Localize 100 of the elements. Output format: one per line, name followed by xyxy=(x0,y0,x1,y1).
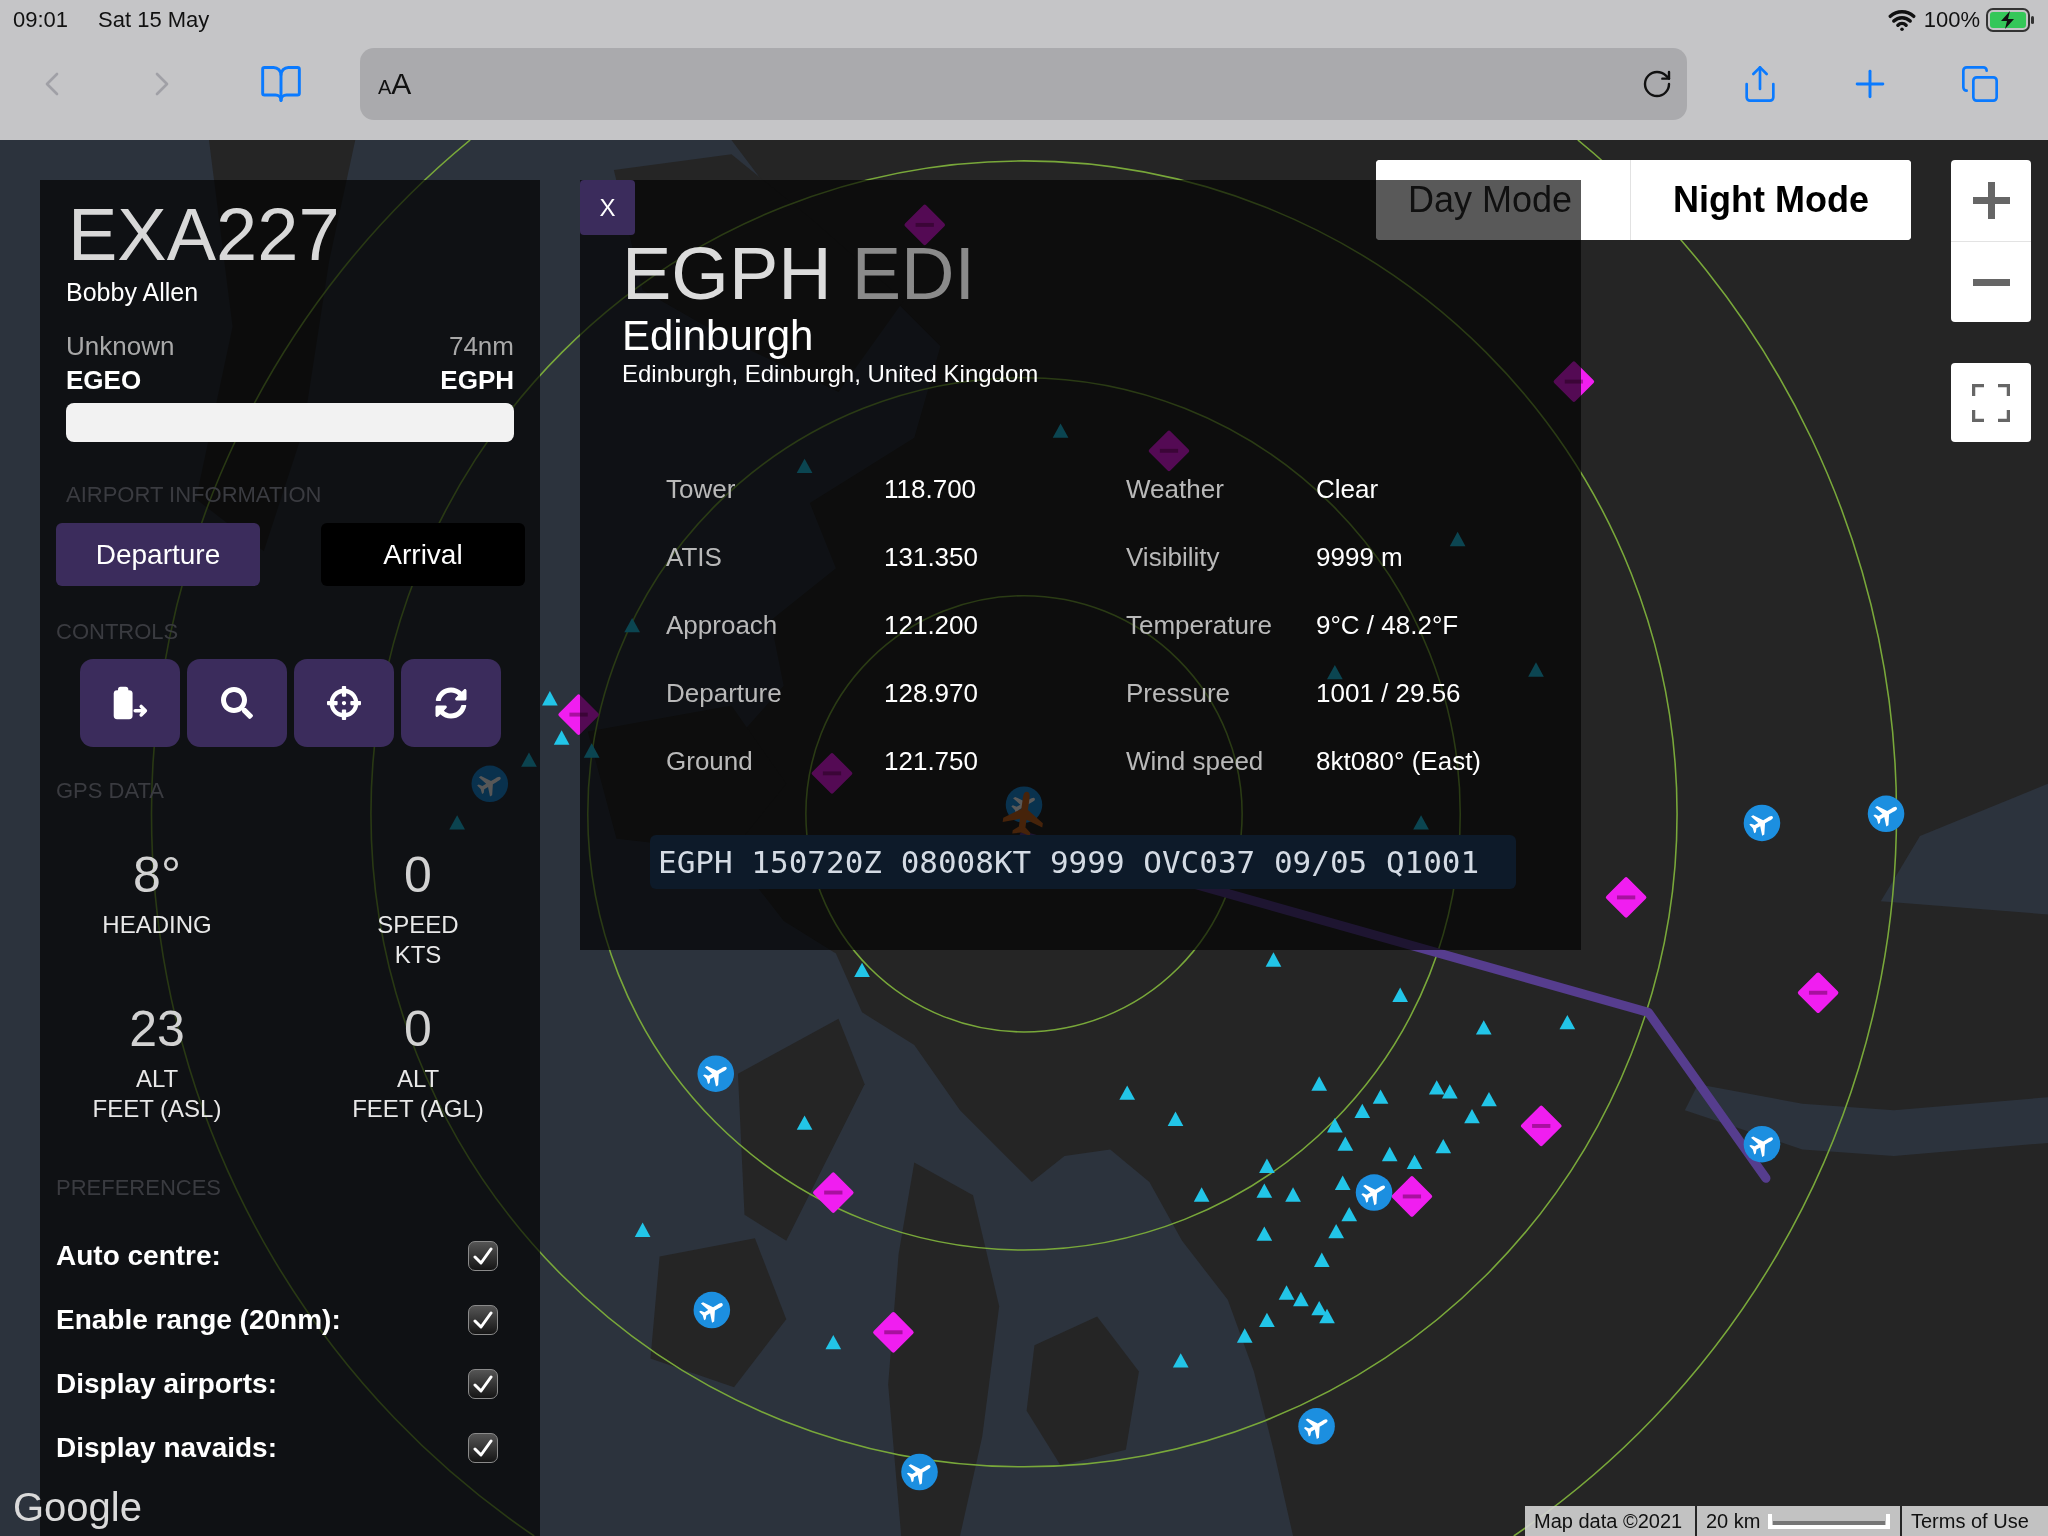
triangle-marker-icon[interactable] xyxy=(1464,1108,1480,1124)
triangle-marker-icon[interactable] xyxy=(634,1222,651,1237)
triangle-marker-icon[interactable] xyxy=(1285,1187,1301,1202)
diamond-marker-icon[interactable] xyxy=(1148,430,1190,472)
triangle-marker-icon[interactable] xyxy=(796,458,813,473)
checkbox[interactable] xyxy=(468,1433,498,1463)
triangle-marker-icon[interactable] xyxy=(1278,1285,1295,1300)
checkbox[interactable] xyxy=(468,1369,498,1399)
triangle-marker-icon[interactable] xyxy=(1327,664,1343,680)
control-button[interactable] xyxy=(187,659,287,747)
close-button[interactable]: X xyxy=(580,180,635,235)
control-button[interactable] xyxy=(401,659,501,747)
triangle-marker-icon[interactable] xyxy=(553,730,570,745)
airport-marker-icon[interactable] xyxy=(1298,1408,1335,1445)
triangle-marker-icon[interactable] xyxy=(1319,1308,1335,1324)
reader-button[interactable]: AA xyxy=(378,69,412,99)
triangle-marker-icon[interactable] xyxy=(1052,423,1069,438)
triangle-marker-icon[interactable] xyxy=(1381,1146,1398,1162)
map-mode-button[interactable]: Night Mode xyxy=(1630,160,1911,240)
triangle-marker-icon[interactable] xyxy=(583,743,600,758)
triangle-marker-icon[interactable] xyxy=(1236,1328,1253,1343)
origin-code: EGEO xyxy=(66,364,142,396)
triangle-marker-icon[interactable] xyxy=(1327,1118,1343,1133)
triangle-marker-icon[interactable] xyxy=(1559,1014,1576,1030)
triangle-marker-icon[interactable] xyxy=(1311,1300,1327,1316)
airport-tab[interactable]: Departure xyxy=(56,523,260,586)
triangle-marker-icon[interactable] xyxy=(825,1334,842,1350)
triangle-marker-icon[interactable] xyxy=(1354,1103,1371,1119)
diamond-marker-icon[interactable] xyxy=(873,1312,914,1353)
address-bar[interactable]: AA xyxy=(360,48,1687,120)
triangle-marker-icon[interactable] xyxy=(1337,1136,1354,1151)
triangle-marker-icon[interactable] xyxy=(1259,1312,1275,1328)
triangle-marker-icon[interactable] xyxy=(1475,1020,1492,1035)
diamond-marker-icon[interactable] xyxy=(813,1172,854,1213)
fullscreen-button[interactable] xyxy=(1951,363,2031,442)
reload-button[interactable] xyxy=(1641,68,1673,100)
triangle-marker-icon[interactable] xyxy=(1441,1084,1458,1099)
triangle-marker-icon[interactable] xyxy=(1372,1089,1389,1104)
triangle-marker-icon[interactable] xyxy=(1259,1158,1275,1173)
checkbox[interactable] xyxy=(468,1241,498,1271)
triangle-marker-icon[interactable] xyxy=(1449,531,1466,547)
triangle-marker-icon[interactable] xyxy=(1193,1187,1210,1202)
airport-marker-icon[interactable] xyxy=(471,765,509,803)
weather-value: 9°C / 48.2°F xyxy=(1316,609,1459,641)
checkmark-icon xyxy=(473,1439,493,1457)
diamond-marker-icon[interactable] xyxy=(558,694,599,735)
callsign: EXA227 xyxy=(67,198,340,272)
triangle-marker-icon[interactable] xyxy=(796,1115,813,1130)
diamond-marker-icon[interactable] xyxy=(1797,972,1839,1013)
refresh-icon xyxy=(435,687,467,719)
gps-unit: FEET (AGL) xyxy=(352,1094,484,1124)
checkmark-icon xyxy=(473,1247,493,1265)
airport-marker-icon[interactable] xyxy=(1867,795,1905,833)
airport-marker-icon[interactable] xyxy=(1355,1174,1393,1211)
airport-tab[interactable]: Arrival xyxy=(321,523,525,586)
triangle-marker-icon[interactable] xyxy=(1428,1080,1445,1095)
control-button[interactable] xyxy=(294,659,394,747)
checkmark-icon xyxy=(473,1375,493,1393)
triangle-marker-icon[interactable] xyxy=(1172,1353,1189,1368)
triangle-marker-icon[interactable] xyxy=(1119,1085,1135,1100)
diamond-marker-icon[interactable] xyxy=(904,204,945,246)
triangle-marker-icon[interactable] xyxy=(1293,1291,1309,1307)
gps-label: SPEED xyxy=(377,910,459,940)
triangle-marker-icon[interactable] xyxy=(854,962,870,978)
triangle-marker-icon[interactable] xyxy=(1413,815,1429,830)
triangle-marker-icon[interactable] xyxy=(1256,1183,1273,1198)
triangle-marker-icon[interactable] xyxy=(1341,1206,1358,1222)
triangle-marker-icon[interactable] xyxy=(624,617,640,633)
gps-label: HEADING xyxy=(102,910,212,940)
diamond-marker-icon[interactable] xyxy=(811,753,853,794)
triangle-marker-icon[interactable] xyxy=(1311,1076,1327,1091)
triangle-marker-icon[interactable] xyxy=(449,815,465,830)
triangle-marker-icon[interactable] xyxy=(1406,1154,1423,1170)
triangle-marker-icon[interactable] xyxy=(1334,1175,1351,1190)
triangle-marker-icon[interactable] xyxy=(1328,1223,1344,1239)
triangle-marker-icon[interactable] xyxy=(542,691,558,706)
checkbox[interactable] xyxy=(468,1305,498,1335)
crosshair-icon xyxy=(327,686,361,720)
airport-marker-icon[interactable] xyxy=(693,1291,731,1329)
triangle-marker-icon[interactable] xyxy=(1481,1092,1497,1107)
airport-marker-icon[interactable] xyxy=(1743,1125,1781,1163)
triangle-marker-icon[interactable] xyxy=(1256,1226,1273,1241)
triangle-marker-icon[interactable] xyxy=(1435,1139,1452,1154)
gps-unit: FEET (ASL) xyxy=(92,1094,222,1124)
triangle-marker-icon[interactable] xyxy=(1392,987,1408,1002)
triangle-marker-icon[interactable] xyxy=(1265,952,1282,967)
control-button[interactable] xyxy=(80,659,180,747)
diamond-marker-icon[interactable] xyxy=(1521,1105,1562,1147)
triangle-marker-icon[interactable] xyxy=(1528,662,1544,677)
airport-marker-icon[interactable] xyxy=(697,1055,735,1092)
diamond-marker-icon[interactable] xyxy=(1605,877,1647,918)
triangle-marker-icon[interactable] xyxy=(521,752,537,767)
diamond-marker-icon[interactable] xyxy=(1553,361,1595,402)
airport-marker-icon[interactable] xyxy=(901,1453,938,1491)
triangle-marker-icon[interactable] xyxy=(1313,1252,1330,1267)
diamond-marker-icon[interactable] xyxy=(1391,1176,1433,1217)
gps-unit: KTS xyxy=(394,940,442,970)
terms-link[interactable]: Terms of Use xyxy=(1911,1509,2029,1533)
airport-marker-icon[interactable] xyxy=(1743,804,1781,842)
triangle-marker-icon[interactable] xyxy=(1167,1111,1184,1126)
